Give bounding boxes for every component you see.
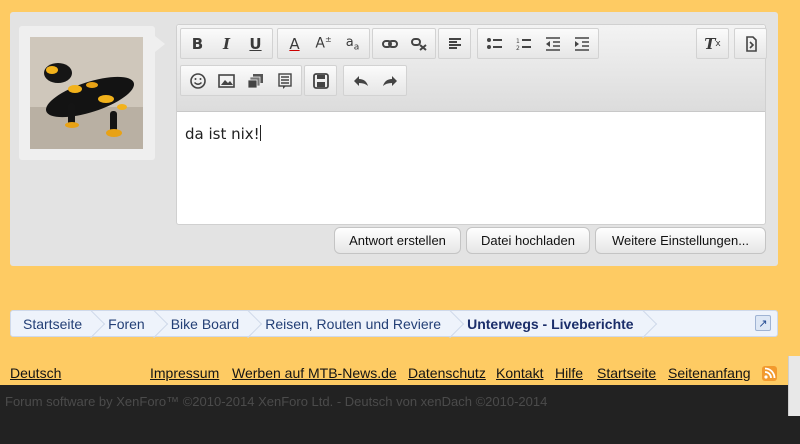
- more-options-button-label: Weitere Einstellungen...: [611, 233, 750, 248]
- avatar[interactable]: [30, 37, 143, 149]
- rss-icon[interactable]: [762, 366, 777, 381]
- editor-toolbar: B I U A A± aa 1 2 T x: [177, 25, 767, 112]
- toolbar-group-insert: [180, 65, 302, 96]
- outdent-icon[interactable]: [538, 30, 567, 57]
- svg-text:1: 1: [516, 38, 520, 45]
- more-options-button[interactable]: Weitere Einstellungen...: [595, 227, 766, 254]
- redo-icon[interactable]: [375, 67, 404, 94]
- breadcrumb-item-home[interactable]: Startseite: [11, 311, 96, 336]
- image-icon[interactable]: [212, 67, 241, 94]
- message-editor[interactable]: B I U A A± aa 1 2 T x da ist nix!: [176, 24, 767, 225]
- editor-text-value: da ist nix!: [185, 125, 260, 143]
- toolbar-group-remove-format: Tx: [696, 28, 729, 59]
- toolbar-group-lists: 12: [477, 28, 599, 59]
- jump-menu-icon[interactable]: ↗: [755, 315, 771, 331]
- link-icon[interactable]: [375, 30, 404, 57]
- undo-icon[interactable]: [346, 67, 375, 94]
- number-list-icon[interactable]: 12: [509, 30, 538, 57]
- breadcrumb-item-forums[interactable]: Foren: [96, 311, 159, 336]
- svg-text:2: 2: [516, 45, 520, 51]
- footer-links: Deutsch Impressum Werben auf MTB-News.de…: [0, 364, 800, 384]
- reply-button-label: Antwort erstellen: [349, 233, 446, 248]
- breadcrumb-item-travel[interactable]: Reisen, Routen und Reviere: [253, 311, 455, 336]
- breadcrumb-item-bike-board[interactable]: Bike Board: [159, 311, 253, 336]
- breadcrumb-item-current[interactable]: Unterwegs - Liveberichte: [455, 311, 648, 336]
- toolbar-group-font: A A± aa: [277, 28, 370, 59]
- toolbar-group-text-style: B I U: [180, 28, 273, 59]
- toolbar-group-links: [372, 28, 436, 59]
- upload-file-button-label: Datei hochladen: [481, 233, 575, 248]
- underline-icon[interactable]: U: [241, 30, 270, 57]
- font-size-icon[interactable]: A±: [309, 30, 338, 57]
- scrollbar[interactable]: [788, 356, 800, 416]
- toolbar-group-align: [438, 28, 471, 59]
- footer-link-home[interactable]: Startseite: [597, 365, 656, 381]
- upload-file-button[interactable]: Datei hochladen: [466, 227, 590, 254]
- footer-link-advertise[interactable]: Werben auf MTB-News.de: [232, 365, 397, 381]
- quote-icon[interactable]: [270, 67, 299, 94]
- media-icon[interactable]: [241, 67, 270, 94]
- toolbar-group-draft: [304, 65, 337, 96]
- text-caret: [259, 125, 261, 141]
- smilie-icon[interactable]: [183, 67, 212, 94]
- align-icon[interactable]: [440, 30, 469, 57]
- bullet-list-icon[interactable]: [480, 30, 509, 57]
- save-draft-icon[interactable]: [306, 67, 335, 94]
- editor-text[interactable]: da ist nix!: [185, 125, 261, 143]
- language-chooser-link[interactable]: Deutsch: [10, 365, 61, 381]
- copyright-text: Forum software by XenForo™ ©2010-2014 Xe…: [5, 394, 548, 409]
- remove-format-icon[interactable]: Tx: [698, 30, 727, 57]
- bold-icon[interactable]: B: [183, 30, 212, 57]
- font-color-icon[interactable]: A: [280, 30, 309, 57]
- toolbar-group-source: [734, 28, 767, 59]
- breadcrumb: Startseite Foren Bike Board Reisen, Rout…: [10, 310, 778, 337]
- footer-link-help[interactable]: Hilfe: [555, 365, 583, 381]
- footer-legal: Forum software by XenForo™ ©2010-2014 Xe…: [0, 385, 800, 444]
- italic-icon[interactable]: I: [212, 30, 241, 57]
- footer-link-contact[interactable]: Kontakt: [496, 365, 543, 381]
- footer-credit-link[interactable]: [776, 394, 780, 409]
- unlink-icon[interactable]: [404, 30, 433, 57]
- footer-link-privacy[interactable]: Datenschutz: [408, 365, 486, 381]
- indent-icon[interactable]: [567, 30, 596, 57]
- toolbar-group-history: [343, 65, 407, 96]
- toggle-bbcode-icon[interactable]: [736, 30, 765, 57]
- reply-button[interactable]: Antwort erstellen: [334, 227, 461, 254]
- font-family-icon[interactable]: aa: [338, 30, 367, 57]
- footer-link-top[interactable]: Seitenanfang: [668, 365, 751, 381]
- quick-reply-panel: B I U A A± aa 1 2 T x da ist nix! Antwor…: [10, 12, 778, 266]
- footer-link-impressum[interactable]: Impressum: [150, 365, 219, 381]
- avatar-box: [19, 26, 165, 160]
